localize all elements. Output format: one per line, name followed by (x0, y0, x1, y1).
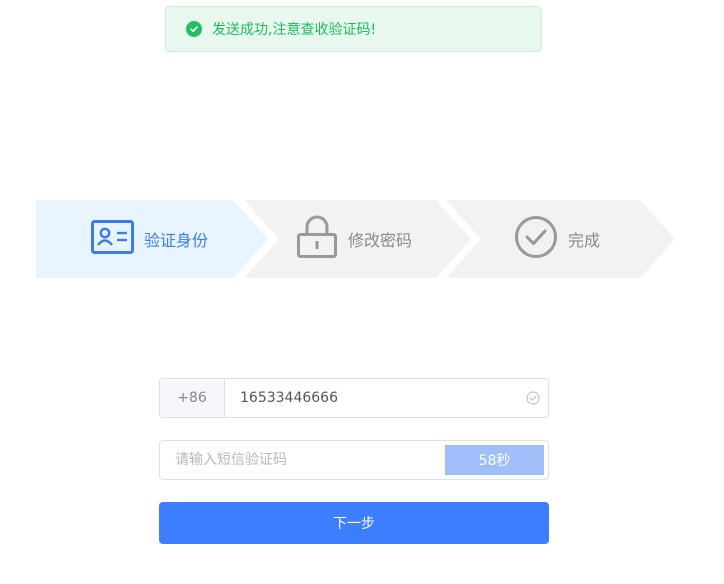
phone-prefix: +86 (160, 379, 225, 417)
id-card-icon (91, 220, 134, 258)
steps-bar: 验证身份 修改密码 完成 (36, 200, 676, 278)
lock-icon (296, 215, 338, 263)
check-circle-icon (514, 215, 558, 263)
step-change-password: 修改密码 (296, 200, 412, 278)
page: 发送成功,注意查收验证码! 验证身份 修改密码 完成 +86 165334466… (0, 0, 724, 584)
phone-field: +86 (159, 378, 549, 418)
next-step-button[interactable]: 下一步 (159, 502, 549, 544)
success-toast: 发送成功,注意查收验证码! (165, 6, 542, 52)
sms-code-field: 58秒 (159, 440, 549, 480)
check-circle-icon (518, 379, 548, 417)
toast-message: 发送成功,注意查收验证码! (212, 22, 377, 38)
step-complete: 完成 (514, 200, 600, 278)
countdown-button[interactable]: 58秒 (445, 445, 544, 475)
sms-code-input[interactable] (160, 451, 445, 469)
step-label: 验证身份 (144, 231, 209, 250)
phone-input[interactable] (225, 379, 518, 417)
check-circle-icon (186, 21, 202, 37)
step-label: 修改密码 (348, 231, 413, 250)
step-label: 完成 (568, 231, 601, 250)
step-verify-identity: 验证身份 (91, 200, 208, 278)
